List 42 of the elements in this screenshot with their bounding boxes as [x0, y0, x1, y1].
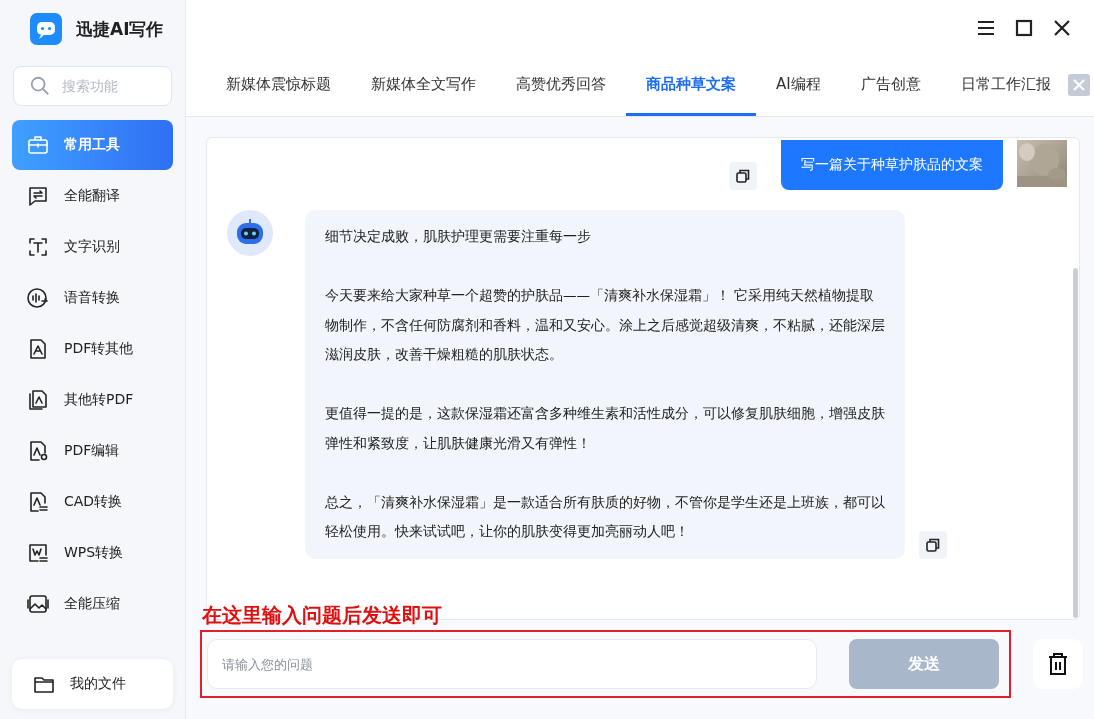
tab[interactable]: AI编程: [756, 56, 841, 116]
sidebar-item[interactable]: WPS转换: [12, 528, 173, 578]
sidebar-item[interactable]: 语音转换: [12, 273, 173, 323]
robot-avatar-icon: [227, 210, 273, 256]
close-icon: [1072, 78, 1086, 92]
menu-icon[interactable]: [976, 18, 996, 38]
delete-button[interactable]: [1033, 639, 1083, 689]
copy-icon: [734, 167, 752, 185]
close-icon[interactable]: [1052, 18, 1072, 38]
image-compress-icon: [26, 592, 50, 616]
search-field[interactable]: 搜索功能: [13, 66, 172, 106]
tab[interactable]: 广告创意: [840, 56, 941, 116]
translate-icon: [26, 184, 50, 208]
tab[interactable]: 日常工作汇报: [940, 56, 1071, 116]
tab[interactable]: 高赞优秀回答: [496, 56, 626, 116]
app-logo-icon: [30, 13, 62, 45]
document-swap-icon: [26, 541, 50, 565]
assistant-message: 细节决定成败，肌肤护理更需要注重每一步 今天要来给大家种草一个超赞的护肤品——「清爽补水保湿霜」！ 它采用纯天然植物提取物制作，不含任何防腐剂和香料，温和又安心。涂上之后感觉超级清爽，不粘腻，还能深层滋润皮肤，改善干燥粗糙的肌肤状态。 更值得一提的是，这款保湿霜还富含多种维生素和活性成分，可以修复肌肤细胞，增强皮肤弹性和紧致度，让肌肤健康光滑又有弹性！ 总之，「清爽补水保湿霜」是一款适合所有肤质的好物，不管你是学生还是上班族，都可以轻松使用。快来试试吧，让你的肌肤变得更加亮丽动人吧！: [305, 210, 905, 559]
sidebar-item[interactable]: 全能翻译: [12, 171, 173, 221]
text-scan-icon: [26, 235, 50, 259]
my-files-button[interactable]: 我的文件: [12, 659, 173, 709]
user-message: 写一篇关于种草护肤品的文案: [781, 140, 1003, 190]
question-field[interactable]: 请输入您的问题: [207, 639, 817, 689]
tab[interactable]: 新媒体全文写作: [351, 56, 496, 116]
copy-button[interactable]: [729, 162, 757, 190]
scrollbar[interactable]: [1073, 268, 1078, 618]
sidebar-item[interactable]: CAD转换: [12, 477, 173, 527]
sidebar-item[interactable]: 其他转PDF: [12, 375, 173, 425]
annotation-text: 在这里输入问题后发送即可: [202, 602, 443, 628]
copy-button[interactable]: [919, 530, 947, 559]
toolbox-icon: [26, 133, 50, 157]
maximize-icon[interactable]: [1014, 18, 1034, 38]
tab[interactable]: 新媒体震惊标题: [206, 56, 351, 116]
sidebar-item[interactable]: 常用工具: [12, 120, 173, 170]
sidebar-item[interactable]: 文字识别: [12, 222, 173, 272]
sidebar-item[interactable]: 全能压缩: [12, 579, 173, 629]
tab[interactable]: 商品种草文案: [626, 56, 756, 116]
sidebar-item[interactable]: PDF转其他: [12, 324, 173, 374]
documents-icon: [26, 388, 50, 412]
sidebar-item[interactable]: PDF编辑: [12, 426, 173, 476]
voice-icon: [26, 286, 50, 310]
app-title: 迅捷AI写作: [76, 17, 164, 41]
